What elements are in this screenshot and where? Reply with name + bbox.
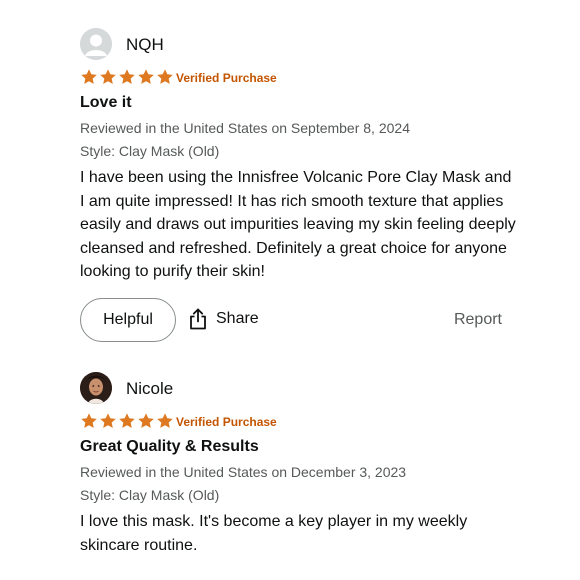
review-style[interactable]: Style: Clay Mask (Old) xyxy=(80,487,219,503)
star-icon xyxy=(157,69,173,84)
star-rating[interactable] xyxy=(80,412,174,430)
review-title[interactable]: Love it xyxy=(80,94,132,112)
review-body: I love this mask. It's become a key play… xyxy=(80,513,468,554)
star-icon xyxy=(138,69,154,84)
star-icon xyxy=(100,69,116,84)
star-rating[interactable] xyxy=(80,68,174,86)
review-date: Reviewed in the United States on Decembe… xyxy=(80,464,407,480)
star-icon xyxy=(119,413,135,428)
star-icon xyxy=(138,413,154,428)
helpful-button[interactable]: Helpful xyxy=(80,298,176,342)
review-body: I have been using the Innisfree Volcanic… xyxy=(80,169,516,280)
user-photo-avatar xyxy=(80,372,112,404)
reviewer-profile[interactable]: Nicole xyxy=(80,372,540,408)
share-icon xyxy=(190,308,206,330)
star-icon xyxy=(119,69,135,84)
rating-row: Verified Purchase xyxy=(80,68,540,88)
review-actions: Helpful Share Report xyxy=(80,298,510,344)
star-icon xyxy=(100,413,116,428)
rating-row: Verified Purchase xyxy=(80,412,540,432)
review-style[interactable]: Style: Clay Mask (Old) xyxy=(80,143,219,159)
share-label: Share xyxy=(216,310,259,327)
reviewer-profile[interactable]: NQH xyxy=(80,28,540,64)
reviewer-name[interactable]: Nicole xyxy=(126,379,173,399)
star-icon xyxy=(81,69,97,84)
reviewer-name[interactable]: NQH xyxy=(126,35,164,55)
verified-purchase-badge: Verified Purchase xyxy=(176,71,277,85)
review-date: Reviewed in the United States on Septemb… xyxy=(80,120,410,136)
share-button[interactable]: Share xyxy=(188,308,259,330)
star-icon xyxy=(157,413,173,428)
review-title[interactable]: Great Quality & Results xyxy=(80,438,259,456)
report-link[interactable]: Report xyxy=(454,311,502,329)
star-icon xyxy=(81,413,97,428)
default-avatar-icon xyxy=(80,28,112,60)
verified-purchase-badge: Verified Purchase xyxy=(176,415,277,429)
